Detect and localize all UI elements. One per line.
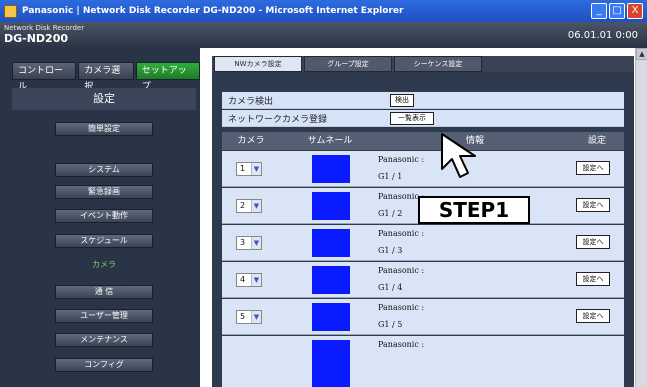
dropdown-arrow-icon: ▼ [251,311,261,323]
datetime: 06.01.01 0:00 [567,30,638,41]
nav-camera-select[interactable]: カメラ選択 [78,62,134,92]
camera-thumbnail [312,155,350,183]
menu-maintenance[interactable]: メンテナンス [55,333,153,347]
ie-icon [4,4,17,18]
camera-detect-label: カメラ検出 [228,97,274,107]
top-nav: コントロール カメラ選択 セットアップ [12,62,200,92]
dropdown-arrow-icon: ▼ [251,237,261,249]
camera-thumbnail [312,266,350,294]
go-to-settings-button[interactable]: 設定へ [576,198,610,212]
menu-emergency-recording[interactable]: 緊急録画 [55,185,153,199]
pointer-cursor-icon [441,133,476,178]
camera-number-select[interactable]: 5 ▼ [236,310,262,324]
step-callout: STEP1 [418,196,530,224]
model-name: DG-ND200 [4,32,69,45]
tab-bar: NWカメラ設定 グループ設定 シーケンス設定 [212,56,634,72]
nav-setup[interactable]: セットアップ [135,62,200,92]
camera-info-model: Panasonic : [378,229,425,238]
camera-number-select[interactable]: 1 ▼ [236,162,262,176]
vertical-scrollbar[interactable]: ▲ [635,48,647,387]
table-row: Panasonic : [222,336,624,387]
go-to-settings-button[interactable]: 設定へ [576,235,610,249]
go-to-settings-button[interactable]: 設定へ [576,272,610,286]
camera-info-group: G1 / 5 [378,320,403,329]
camera-thumbnail [312,192,350,220]
table-row: 5 ▼ Panasonic : G1 / 5 設定へ [222,299,624,335]
tab-group[interactable]: グループ設定 [304,56,392,72]
camera-number-select[interactable]: 4 ▼ [236,273,262,287]
camera-info-model: Panasonic : [378,340,425,349]
header-camera: カメラ [237,136,265,146]
left-panel: コントロール カメラ選択 セットアップ 設定 簡単設定 システム 緊急録画 イベ… [0,48,200,387]
list-display-button[interactable]: 一覧表示 [390,112,434,125]
camera-info-group: G1 / 4 [378,283,403,292]
menu-schedule[interactable]: スケジュール [55,234,153,248]
menu-camera[interactable]: カメラ [55,259,153,273]
detect-button[interactable]: 検出 [390,94,414,107]
table-row: 3 ▼ Panasonic : G1 / 3 設定へ [222,225,624,261]
close-button[interactable]: X [627,3,643,19]
camera-thumbnail [312,340,350,387]
dropdown-arrow-icon: ▼ [251,274,261,286]
header-thumbnail: サムネール [307,136,353,146]
app-header: Network Disk Recorder DG-ND200 06.01.01 … [0,22,647,48]
window-titlebar: Panasonic | Network Disk Recorder DG-ND2… [0,0,647,22]
nav-control[interactable]: コントロール [12,62,77,92]
camera-register-row: ネットワークカメラ登録 一覧表示 [222,110,624,127]
camera-thumbnail [312,303,350,331]
tab-sequence[interactable]: シーケンス設定 [394,56,482,72]
table-row: 1 ▼ Panasonic : G1 / 1 設定へ [222,151,624,187]
maximize-button[interactable]: □ [609,3,625,19]
camera-info-group: G1 / 1 [378,172,403,181]
main-content: NWカメラ設定 グループ設定 シーケンス設定 カメラ検出 検出 ネットワークカメ… [200,48,647,387]
dropdown-arrow-icon: ▼ [251,200,261,212]
go-to-settings-button[interactable]: 設定へ [576,309,610,323]
minimize-button[interactable]: _ [591,3,607,19]
settings-heading: 設定 [12,88,196,110]
tab-nw-camera[interactable]: NWカメラ設定 [214,56,302,72]
camera-thumbnail [312,229,350,257]
camera-info-group: G1 / 3 [378,246,403,255]
camera-number-select[interactable]: 3 ▼ [236,236,262,250]
header-settings: 設定 [587,136,606,146]
table-row: 4 ▼ Panasonic : G1 / 4 設定へ [222,262,624,298]
camera-register-label: ネットワークカメラ登録 [228,115,328,125]
camera-info-model: Panasonic : [378,155,425,164]
scroll-up-arrow-icon[interactable]: ▲ [636,48,647,60]
menu-system[interactable]: システム [55,163,153,177]
camera-info-group: G1 / 2 [378,209,403,218]
menu-user-management[interactable]: ユーザー管理 [55,309,153,323]
camera-number-select[interactable]: 2 ▼ [236,199,262,213]
camera-info-model: Panasonic : [378,303,425,312]
camera-info-model: Panasonic : [378,266,425,275]
menu-easy-setup[interactable]: 簡単設定 [55,122,153,136]
dropdown-arrow-icon: ▼ [251,163,261,175]
menu-communication[interactable]: 通 信 [55,285,153,299]
menu-event-action[interactable]: イベント動作 [55,209,153,223]
go-to-settings-button[interactable]: 設定へ [576,161,610,175]
window-title: Panasonic | Network Disk Recorder DG-ND2… [22,6,404,16]
menu-config[interactable]: コンフィグ [55,358,153,372]
brand-text: Network Disk Recorder [4,24,85,32]
camera-detect-row: カメラ検出 検出 [222,92,624,109]
table-header: カメラ サムネール 情報 設定 [222,132,624,150]
